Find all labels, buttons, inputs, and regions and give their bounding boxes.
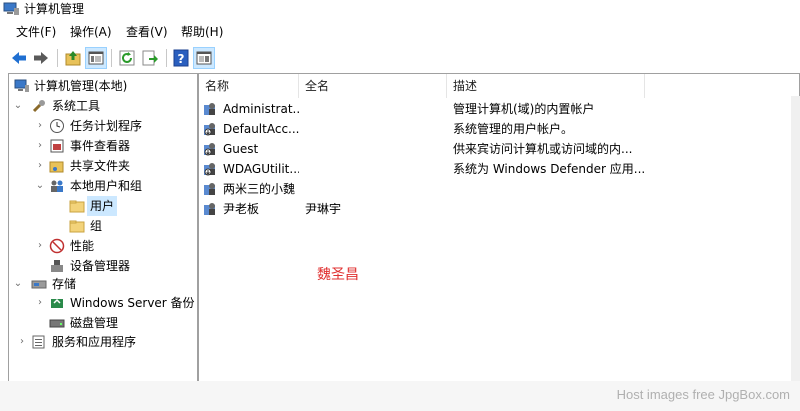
- chevron-right-icon[interactable]: ›: [34, 236, 46, 256]
- tree-item-users[interactable]: 用户: [9, 196, 195, 216]
- user-name: 尹老板: [223, 202, 260, 216]
- action-pane-icon: [196, 51, 212, 65]
- menu-help[interactable]: 帮助(H): [179, 24, 225, 40]
- menu-bar: 文件(F) 操作(A) 查看(V) 帮助(H): [0, 23, 800, 43]
- user-name: 两米三的小魏: [223, 182, 296, 196]
- console-tree[interactable]: 计算机管理(本地) ⌄ 系统工具 › 任务计划程序 › 事件查看器 › 共享文件…: [8, 73, 198, 383]
- user-fullname: 尹琳宇: [305, 202, 342, 216]
- user-name: DefaultAcc...: [223, 122, 299, 136]
- tree-item-disk-management[interactable]: 磁盘管理: [9, 313, 195, 333]
- table-row[interactable]: 尹老板 尹琳宇: [199, 199, 797, 219]
- help-button[interactable]: ?: [171, 48, 191, 68]
- tree-item-event-viewer[interactable]: › 事件查看器: [9, 136, 195, 156]
- show-hide-tree-button[interactable]: [85, 47, 107, 69]
- tools-icon: [31, 98, 47, 114]
- menu-view[interactable]: 查看(V): [124, 24, 170, 40]
- clock-icon: [49, 118, 65, 134]
- tree-item-storage[interactable]: ⌄ 存储: [9, 274, 195, 294]
- tree-item-services-apps[interactable]: › 服务和应用程序: [9, 332, 195, 352]
- chevron-down-icon[interactable]: ⌄: [12, 96, 24, 116]
- device-manager-icon: [49, 258, 65, 274]
- user-description: 供来宾访问计算机或访问域的内...: [453, 142, 633, 156]
- user-list[interactable]: 名称 全名 描述 Administrat... 管理计算机(域)的内置帐户 De…: [198, 73, 800, 383]
- menu-file[interactable]: 文件(F): [14, 24, 58, 40]
- help-icon: ?: [173, 49, 189, 67]
- chevron-right-icon[interactable]: ›: [34, 116, 46, 136]
- tree-item-groups[interactable]: 组: [9, 216, 195, 236]
- user-icon: [203, 201, 219, 217]
- table-row[interactable]: Guest 供来宾访问计算机或访问域的内...: [199, 139, 797, 159]
- tree-item-performance[interactable]: › 性能: [9, 236, 195, 256]
- table-row[interactable]: Administrat... 管理计算机(域)的内置帐户: [199, 99, 797, 119]
- event-viewer-icon: [49, 138, 65, 154]
- toolbar-separator: [166, 49, 167, 67]
- back-arrow-icon: [12, 52, 26, 64]
- refresh-icon: [119, 50, 135, 66]
- title-bar: 计算机管理: [0, 0, 800, 20]
- tree-item-device-manager[interactable]: 设备管理器: [9, 256, 195, 276]
- chevron-down-icon[interactable]: ⌄: [12, 274, 24, 294]
- tree-item-shared-folders[interactable]: › 共享文件夹: [9, 156, 195, 176]
- window-title: 计算机管理: [24, 2, 85, 16]
- table-row[interactable]: WDAGUtilit... 系统为 Windows Defender 应用...: [199, 159, 797, 179]
- action-pane-edge: [791, 96, 800, 381]
- user-icon: [203, 181, 219, 197]
- chevron-right-icon[interactable]: ›: [34, 156, 46, 176]
- back-button[interactable]: [9, 48, 29, 68]
- show-action-pane-button[interactable]: [193, 47, 215, 69]
- computer-management-icon: [3, 2, 19, 16]
- up-folder-icon: [65, 51, 81, 66]
- toolbar: ?: [0, 45, 800, 70]
- users-group-icon: [49, 178, 65, 194]
- folder-icon: [69, 198, 85, 214]
- services-icon: [31, 334, 47, 350]
- up-folder-button[interactable]: [63, 48, 83, 68]
- tree-item-root[interactable]: 计算机管理(本地): [9, 76, 195, 96]
- computer-management-icon: [14, 78, 30, 94]
- folder-icon: [69, 218, 85, 234]
- export-list-icon: [142, 50, 158, 66]
- backup-icon: [49, 295, 65, 311]
- menu-action[interactable]: 操作(A): [68, 24, 114, 40]
- tree-item-task-scheduler[interactable]: › 任务计划程序: [9, 116, 195, 136]
- user-description: 管理计算机(域)的内置帐户: [453, 102, 595, 116]
- user-name: WDAGUtilit...: [223, 162, 299, 176]
- toolbar-separator: [57, 49, 58, 67]
- user-description: 系统管理的用户帐户。: [453, 122, 574, 136]
- annotation-text: 魏圣昌: [317, 267, 359, 283]
- performance-icon: [49, 238, 65, 254]
- user-icon: [203, 101, 219, 117]
- export-list-button[interactable]: [140, 48, 160, 68]
- tree-item-local-users-groups[interactable]: ⌄ 本地用户和组: [9, 176, 195, 196]
- image-host-footer: Host images free JpgBox.com: [0, 381, 800, 411]
- table-row[interactable]: 两米三的小魏: [199, 179, 797, 199]
- user-disabled-icon: [203, 121, 219, 137]
- chevron-right-icon[interactable]: ›: [34, 136, 46, 156]
- tree-item-windows-server-backup[interactable]: › Windows Server 备份: [9, 293, 195, 313]
- user-name: Administrat...: [223, 102, 299, 116]
- chevron-down-icon[interactable]: ⌄: [34, 176, 46, 196]
- tree-item-system-tools[interactable]: ⌄ 系统工具: [9, 96, 195, 116]
- storage-icon: [31, 276, 47, 292]
- chevron-right-icon[interactable]: ›: [34, 293, 46, 313]
- table-row[interactable]: DefaultAcc... 系统管理的用户帐户。: [199, 119, 797, 139]
- column-header-fullname[interactable]: 全名: [299, 74, 447, 98]
- chevron-right-icon[interactable]: ›: [16, 332, 28, 352]
- refresh-button[interactable]: [117, 48, 137, 68]
- user-disabled-icon: [203, 141, 219, 157]
- forward-button[interactable]: [31, 48, 51, 68]
- disk-icon: [49, 315, 65, 331]
- console-tree-icon: [88, 51, 104, 65]
- shared-folder-icon: [49, 158, 65, 174]
- host-watermark: Host images free JpgBox.com: [616, 387, 790, 402]
- column-header-name[interactable]: 名称: [199, 74, 299, 98]
- toolbar-separator: [111, 49, 112, 67]
- svg-text:?: ?: [178, 52, 185, 66]
- user-disabled-icon: [203, 161, 219, 177]
- user-name: Guest: [223, 142, 259, 156]
- column-header-description[interactable]: 描述: [447, 74, 645, 98]
- user-description: 系统为 Windows Defender 应用...: [453, 162, 646, 176]
- forward-arrow-icon: [34, 52, 48, 64]
